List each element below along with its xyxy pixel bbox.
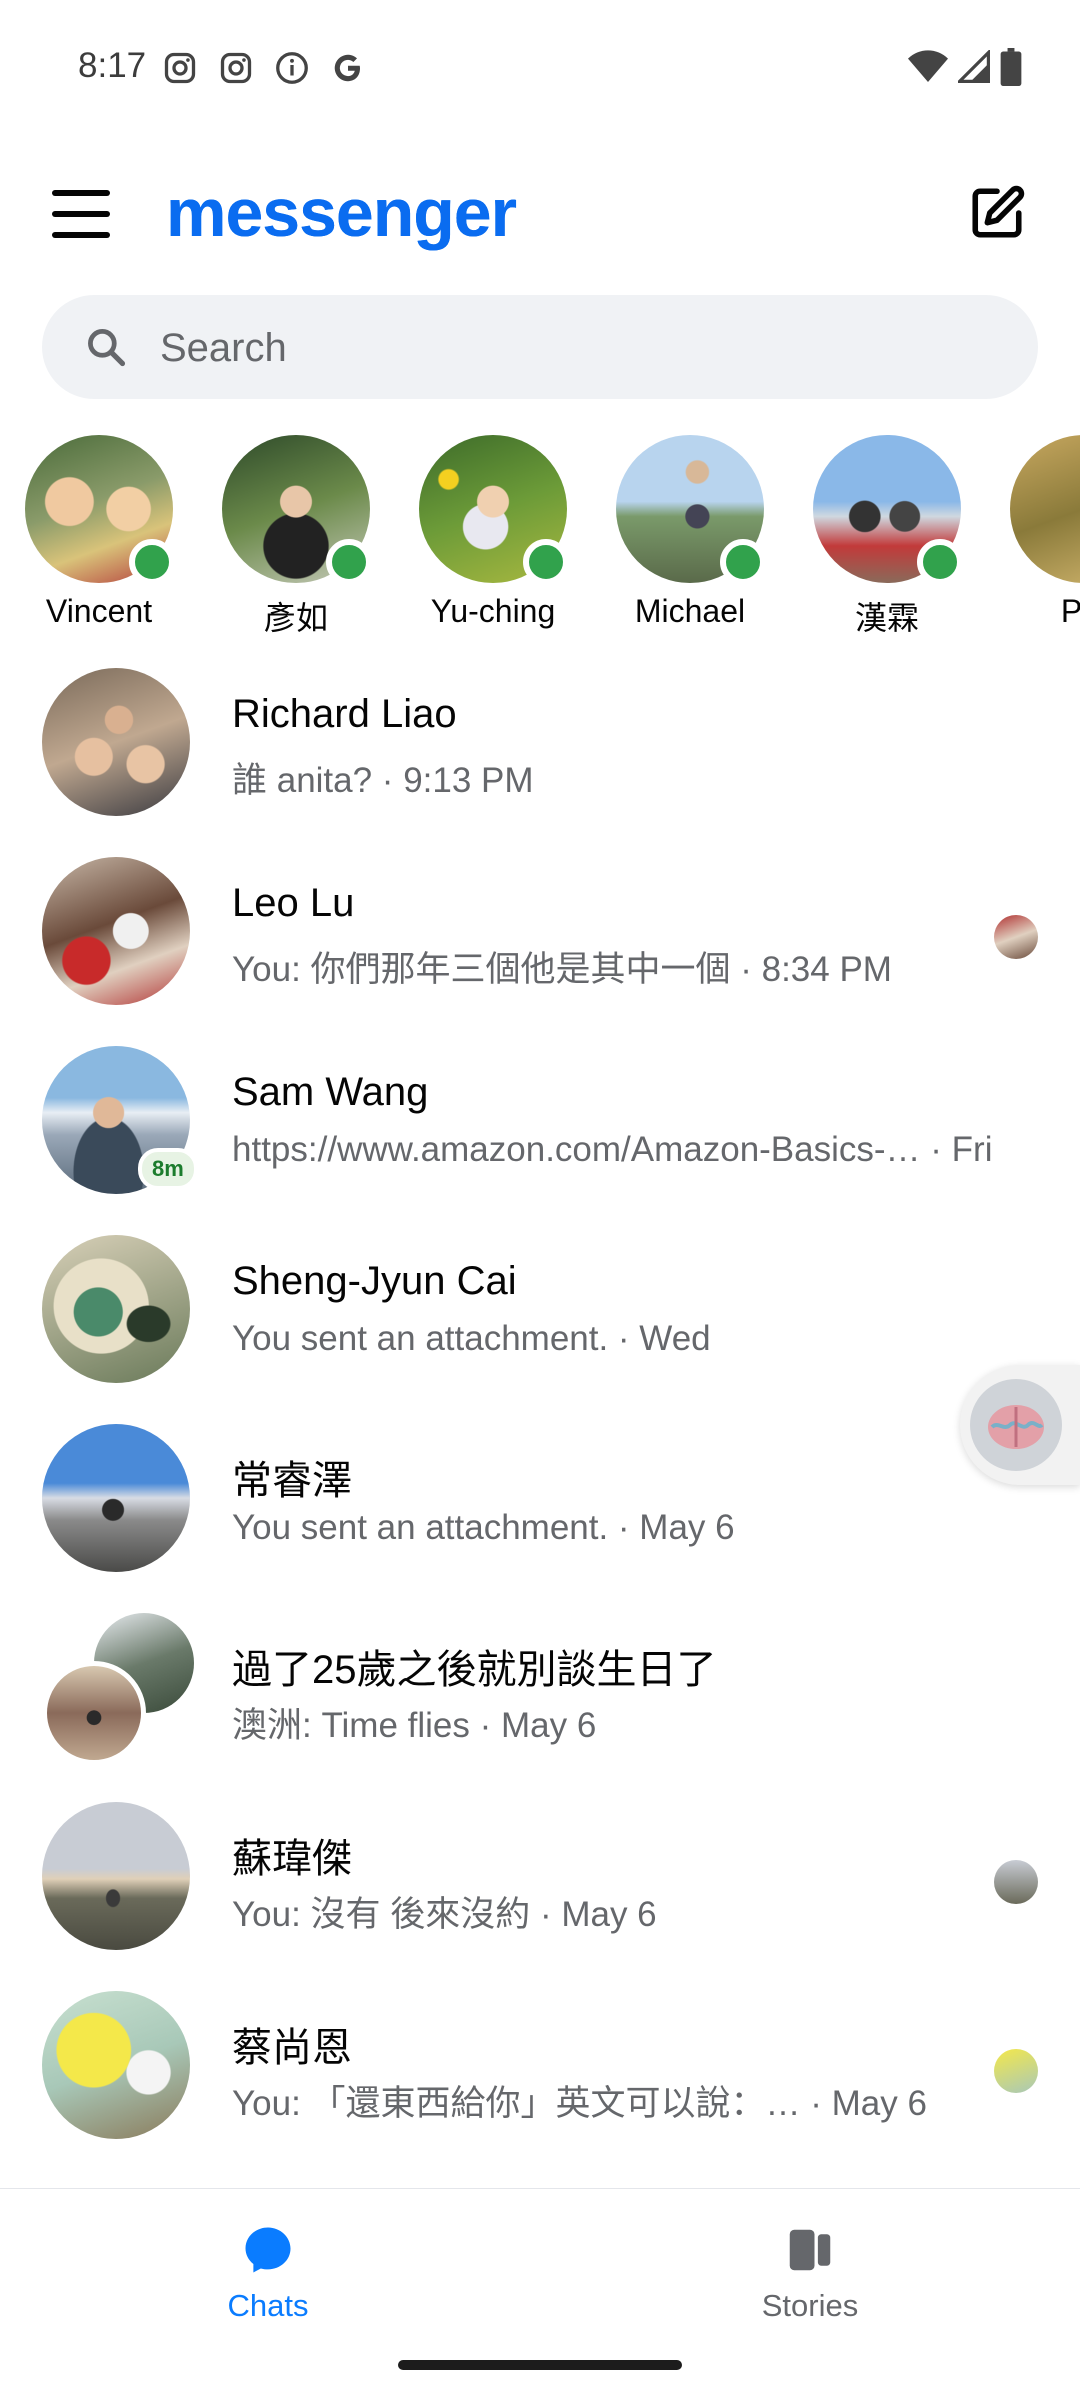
battery-icon bbox=[1000, 48, 1022, 86]
chat-preview: You sent an attachment. · May 6 bbox=[232, 1508, 735, 1547]
tab-stories-label: Stories bbox=[761, 2288, 859, 2323]
menu-icon[interactable] bbox=[52, 190, 110, 238]
avatar bbox=[42, 1802, 190, 1950]
info-icon bbox=[276, 52, 308, 84]
search-bar[interactable] bbox=[42, 295, 1038, 401]
online-indicator bbox=[523, 539, 569, 585]
avatar bbox=[42, 1991, 190, 2139]
online-indicator bbox=[720, 539, 766, 585]
status-time: 8:17 bbox=[78, 46, 147, 85]
instagram-icon bbox=[164, 52, 196, 84]
chat-preview: You: 「還東西給你」英文可以說：… · May 6 bbox=[232, 2084, 927, 2123]
avatar bbox=[1010, 435, 1080, 583]
chat-preview: You: 你們那年三個他是其中一個 · 8:34 PM bbox=[232, 950, 892, 989]
home-indicator[interactable] bbox=[398, 2360, 682, 2370]
online-indicator bbox=[326, 539, 372, 585]
active-contact-name: Vincent bbox=[45, 593, 153, 629]
notification-icons bbox=[162, 50, 366, 86]
chat-preview: 誰 anita? · 9:13 PM bbox=[232, 761, 534, 800]
online-indicator bbox=[917, 539, 963, 585]
active-contacts-row[interactable]: Vincent 彥如 Yu-ching Michael 漢霖 Pin bbox=[0, 435, 1080, 635]
chat-name: 蔡尚恩 bbox=[232, 2026, 352, 2070]
tab-stories[interactable]: Stories bbox=[710, 2223, 910, 2324]
chat-name: Sam Wang bbox=[232, 1070, 429, 1114]
chat-preview: You: 沒有 後來沒約 · May 6 bbox=[232, 1895, 657, 1934]
avatar bbox=[42, 1235, 190, 1383]
chat-row-cai-shangen[interactable]: 蔡尚恩 You: 「還東西給你」英文可以說：… · May 6 bbox=[0, 1983, 1080, 2173]
chat-row-group-birthday[interactable]: 過了25歲之後就別談生日了 澳洲: Time flies · May 6 bbox=[0, 1605, 1080, 1795]
wifi-icon bbox=[908, 50, 948, 82]
chat-name: Sheng-Jyun Cai bbox=[232, 1259, 517, 1303]
avatar bbox=[42, 668, 190, 816]
active-contact-yanru[interactable]: 彥如 bbox=[211, 435, 381, 635]
chat-preview: https://www.amazon.com/Amazon-Basics-… ·… bbox=[232, 1130, 993, 1169]
compose-icon[interactable] bbox=[968, 184, 1026, 242]
tab-chats[interactable]: Chats bbox=[168, 2223, 368, 2324]
chat-row-leo-lu[interactable]: Leo Lu You: 你們那年三個他是其中一個 · 8:34 PM bbox=[0, 849, 1080, 1039]
active-contact-vincent[interactable]: Vincent bbox=[14, 435, 184, 630]
avatar bbox=[616, 435, 766, 585]
stories-icon bbox=[789, 2229, 831, 2271]
active-contact-name: Pin bbox=[1060, 593, 1080, 629]
app-header: messenger bbox=[0, 160, 1080, 270]
chat-preview: 澳洲: Time flies · May 6 bbox=[232, 1706, 597, 1745]
signal-icon bbox=[958, 50, 990, 83]
active-contact-name: Yu-ching bbox=[430, 593, 556, 629]
active-contact-yuching[interactable]: Yu-ching bbox=[408, 435, 578, 630]
chat-row-chang-ruize[interactable]: 常睿澤 You sent an attachment. · May 6 bbox=[0, 1416, 1080, 1606]
active-contact-name: 彥如 bbox=[263, 600, 328, 635]
chat-preview: You sent an attachment. · Wed bbox=[232, 1319, 711, 1358]
chat-row-richard-liao[interactable]: Richard Liao 誰 anita? · 9:13 PM bbox=[0, 660, 1080, 850]
online-indicator bbox=[129, 539, 175, 585]
seen-avatar bbox=[994, 915, 1038, 959]
active-contact-name: 漢霖 bbox=[854, 600, 919, 635]
search-icon bbox=[88, 329, 126, 367]
active-contact-michael[interactable]: Michael bbox=[605, 435, 775, 630]
group-avatar-front bbox=[42, 1661, 146, 1765]
system-icons bbox=[908, 48, 1022, 86]
chat-bubble-icon bbox=[245, 2227, 291, 2273]
app-title: messenger bbox=[166, 175, 517, 251]
chat-name: 蘇瑋傑 bbox=[232, 1837, 352, 1881]
active-contact-pin[interactable]: Pin bbox=[999, 435, 1080, 630]
google-icon bbox=[334, 54, 360, 82]
chat-name: 過了25歲之後就別談生日了 bbox=[232, 1648, 717, 1692]
seen-avatar bbox=[994, 2049, 1038, 2093]
chat-row-sam-wang[interactable]: 8m Sam Wang https://www.amazon.com/Amazo… bbox=[0, 1038, 1080, 1228]
avatar bbox=[813, 435, 963, 585]
chat-name: 常睿澤 bbox=[232, 1459, 352, 1503]
avatar bbox=[42, 857, 190, 1005]
floating-chat-bubble[interactable] bbox=[960, 1365, 1080, 1485]
status-bar: 8:17 bbox=[0, 0, 1080, 140]
search-input[interactable] bbox=[158, 295, 1002, 401]
instagram-icon bbox=[220, 52, 252, 84]
chat-name: Leo Lu bbox=[232, 881, 355, 925]
avatar bbox=[42, 1424, 190, 1572]
chat-row-sheng-jyun-cai[interactable]: Sheng-Jyun Cai You sent an attachment. ·… bbox=[0, 1227, 1080, 1417]
chat-name: Richard Liao bbox=[232, 692, 457, 736]
active-contact-name: Michael bbox=[634, 593, 746, 629]
group-avatar bbox=[42, 1613, 194, 1765]
avatar bbox=[222, 435, 372, 585]
avatar bbox=[419, 435, 569, 585]
brain-icon bbox=[970, 1379, 1062, 1471]
active-contact-hanlin[interactable]: 漢霖 bbox=[802, 435, 972, 635]
avatar bbox=[25, 435, 175, 585]
active-time-badge: 8m bbox=[138, 1148, 198, 1190]
chat-row-su-weijie[interactable]: 蘇瑋傑 You: 沒有 後來沒約 · May 6 bbox=[0, 1794, 1080, 1984]
seen-avatar bbox=[994, 1860, 1038, 1904]
tab-chats-label: Chats bbox=[227, 2288, 309, 2323]
